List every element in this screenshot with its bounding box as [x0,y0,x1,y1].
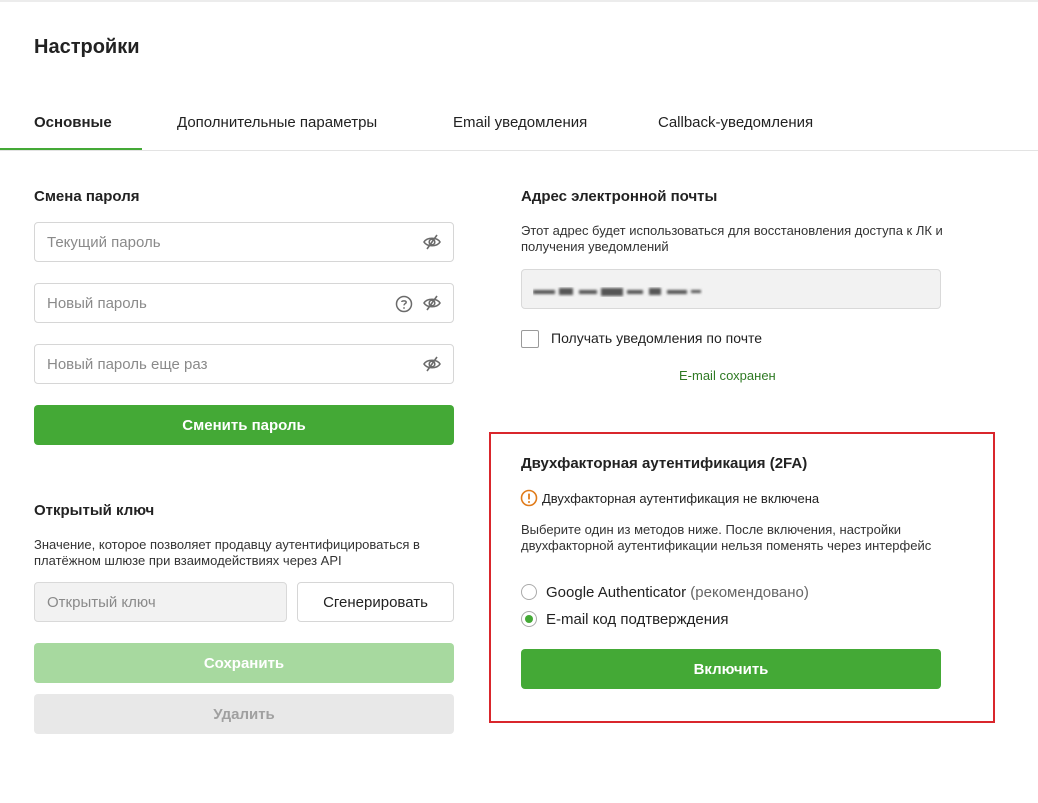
email-saved-message: E-mail сохранен [679,368,776,383]
eye-off-icon[interactable] [422,354,442,374]
enable-2fa-button[interactable]: Включить [521,649,941,689]
new-password-input[interactable] [34,283,454,323]
email-notifications-label[interactable]: Получать уведомления по почте [551,330,762,346]
current-password-input[interactable] [34,222,454,262]
public-key-input[interactable] [34,582,287,622]
save-key-button[interactable]: Сохранить [34,643,454,683]
top-divider [0,0,1038,2]
google-authenticator-text: Google Authenticator [546,584,687,601]
tab-bar: Основные Дополнительные параметры Email … [0,100,1038,151]
two-factor-status: Двухфакторная аутентификация не включена [542,491,820,506]
radio-email-code[interactable] [521,611,537,627]
tab-callback-notifications[interactable]: Callback-уведомления [658,114,813,131]
eye-off-icon[interactable] [422,232,442,252]
eye-off-icon[interactable] [422,293,442,313]
tab-main[interactable]: Основные [34,114,112,131]
page-title: Настройки [34,36,140,58]
repeat-password-input[interactable] [34,344,454,384]
public-key-section-title: Открытый ключ [34,502,155,519]
active-tab-indicator [0,148,142,150]
email-code-label[interactable]: E-mail код подтверждения [546,611,729,628]
email-description: Этот адрес будет использоваться для восс… [521,223,943,254]
redacted-email-blur [533,288,701,296]
recommended-hint: (рекомендовано) [690,584,809,601]
generate-key-button[interactable]: Сгенерировать [297,582,454,622]
two-factor-title: Двухфакторная аутентификация (2FA) [521,455,808,472]
two-factor-description: Выберите один из методов ниже. После вкл… [521,522,932,553]
tab-email-notifications[interactable]: Email уведомления [453,114,587,131]
google-authenticator-label[interactable]: Google Authenticator (рекомендовано) [546,584,809,601]
public-key-description: Значение, которое позволяет продавцу аут… [34,537,420,568]
radio-google-authenticator[interactable] [521,584,537,600]
tab-additional-params[interactable]: Дополнительные параметры [177,114,377,131]
delete-key-button[interactable]: Удалить [34,694,454,734]
warning-icon [520,489,538,507]
email-notifications-checkbox[interactable] [521,330,539,348]
password-section-title: Смена пароля [34,188,140,205]
question-icon[interactable] [395,295,413,313]
change-password-button[interactable]: Сменить пароль [34,405,454,445]
email-section-title: Адрес электронной почты [521,188,718,205]
